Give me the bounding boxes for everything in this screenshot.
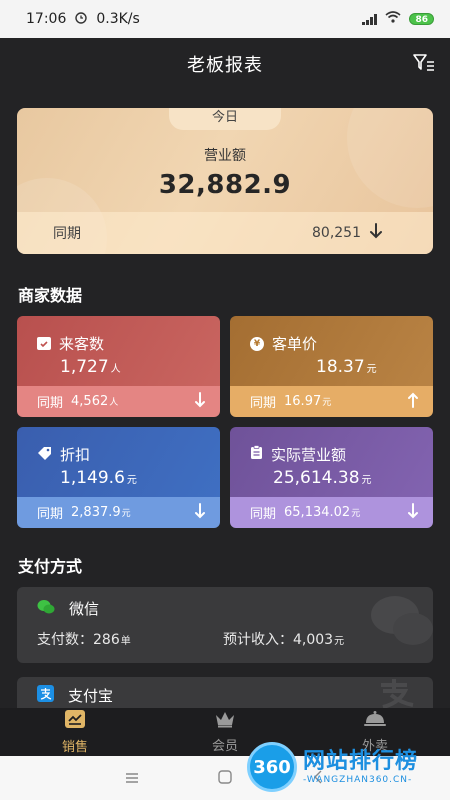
tab-label: 销售 [61, 740, 88, 755]
card-value: 25,614.38 [273, 468, 360, 488]
merchant-section-title: 商家数据 [18, 286, 83, 305]
income-label: 预计收入： [223, 632, 293, 648]
revenue-value: 32,882.9 [158, 170, 292, 200]
card-unit: 元 [126, 475, 137, 486]
wechat-pay-card[interactable]: 微信 支付数：286单 预计收入：4,003元 [17, 587, 433, 663]
visitor-count-card[interactable]: 来客数 1,727 人 同期 4,562人 [17, 316, 220, 417]
tag-icon [37, 446, 52, 464]
alipay-icon [37, 685, 54, 706]
arrow-down-icon [369, 222, 383, 244]
discount-card[interactable]: 折扣 1,149.6 元 同期 2,837.9元 [17, 427, 220, 528]
sales-icon [64, 709, 86, 733]
card-name: 实际营业额 [271, 446, 347, 464]
cloche-icon [363, 710, 387, 732]
arrow-up-icon [407, 391, 419, 413]
card-compare-value: 65,134.02 [284, 505, 351, 520]
clipboard-icon [250, 445, 263, 464]
arrow-down-icon [407, 502, 419, 524]
payment-name: 支付宝 [68, 687, 114, 705]
signal-icon [362, 13, 378, 25]
card-value: 1,149.6 [60, 468, 125, 488]
tab-label: 会员 [211, 739, 238, 754]
card-compare-label: 同期 [37, 507, 64, 522]
network-speed: 0.3K/s [96, 11, 140, 27]
revenue-compare: 同期 80,251 [17, 212, 433, 254]
actual-revenue-card[interactable]: 实际营业额 25,614.38 元 同期 65,134.02元 [230, 427, 433, 528]
card-value: 1,727 [60, 357, 109, 377]
card-name: 来客数 [59, 335, 105, 353]
menu-nav-icon[interactable] [124, 770, 140, 789]
wifi-icon [385, 11, 401, 27]
card-compare-label: 同期 [37, 396, 64, 411]
filter-icon[interactable] [412, 52, 436, 74]
card-name: 折扣 [60, 446, 91, 464]
card-compare-value: 2,837.9 [71, 505, 121, 520]
card-compare-value: 4,562 [71, 394, 109, 409]
site-watermark: 360 网站排行榜 -WANGZHAN360.CN- [247, 742, 418, 792]
status-bar: 17:06 0.3K/s 86 [0, 0, 450, 38]
card-unit: 元 [366, 364, 377, 375]
arrow-down-icon [194, 502, 206, 524]
alarm-icon [74, 10, 88, 28]
alipay-watermark-icon [377, 679, 417, 708]
battery-indicator: 86 [409, 13, 434, 25]
card-compare-label: 同期 [250, 396, 277, 411]
card-value: 18.37 [316, 357, 365, 377]
status-time: 17:06 [26, 11, 67, 27]
watermark-site: -WANGZHAN360.CN- [303, 775, 413, 785]
revenue-card[interactable]: 今日 营业额 32,882.9 同期 80,251 [17, 108, 433, 254]
wechat-icon [37, 599, 55, 619]
tab-sales[interactable]: 销售 [0, 708, 150, 756]
payment-section-title: 支付方式 [18, 557, 83, 576]
arrow-down-icon [194, 391, 206, 413]
watermark-brand: 网站排行榜 [303, 749, 419, 774]
payment-name: 微信 [69, 600, 100, 618]
compare-label: 同期 [53, 226, 81, 242]
revenue-label: 营业额 [204, 148, 246, 164]
calendar-icon [37, 337, 51, 350]
page-title: 老板报表 [187, 55, 263, 76]
pay-count: 286 [93, 632, 120, 648]
home-nav-icon[interactable] [217, 769, 233, 789]
card-compare-value: 16.97 [284, 394, 322, 409]
app-header: 老板报表 [0, 38, 450, 90]
yen-icon: ¥ [250, 336, 264, 351]
pay-count-label: 支付数： [37, 632, 93, 648]
income-value: 4,003 [293, 632, 334, 648]
360-logo: 360 [247, 742, 297, 792]
card-unit: 人 [110, 364, 121, 375]
wechat-watermark-icon [367, 591, 433, 655]
card-name: 客单价 [272, 335, 318, 353]
card-compare-label: 同期 [250, 507, 277, 522]
date-tab[interactable]: 今日 [169, 108, 281, 130]
alipay-card[interactable]: 支付宝 [17, 677, 433, 708]
crown-icon [214, 710, 236, 732]
card-unit: 元 [361, 475, 372, 486]
avg-price-card[interactable]: ¥ 客单价 18.37 元 同期 16.97元 [230, 316, 433, 417]
compare-value: 80,251 [312, 225, 361, 241]
